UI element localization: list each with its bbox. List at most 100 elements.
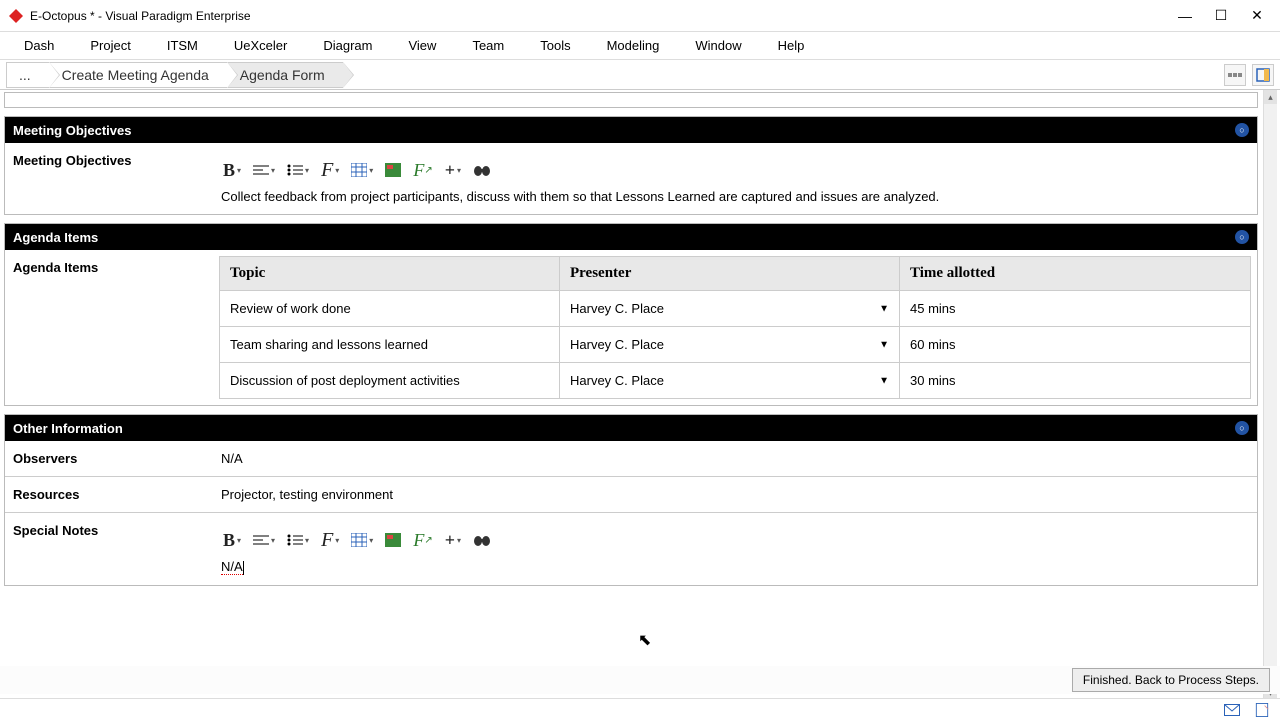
menu-modeling[interactable]: Modeling bbox=[589, 34, 678, 57]
menu-uexceler[interactable]: UeXceler bbox=[216, 34, 305, 57]
objectives-content: B▾ ▾ ▾ F▾ ▾ F↗ +▾ Collect feedback from … bbox=[213, 143, 1257, 214]
dropdown-caret-icon[interactable]: ▼ bbox=[879, 375, 889, 386]
cell-topic[interactable]: Review of work done bbox=[220, 291, 560, 327]
clear-format-icon[interactable]: F↗ bbox=[411, 529, 434, 551]
cell-presenter[interactable]: Harvey C. Place ▼ bbox=[560, 327, 900, 363]
section-header-objectives[interactable]: Meeting Objectives ○ bbox=[5, 117, 1257, 143]
font-icon[interactable]: F▾ bbox=[319, 159, 341, 181]
cell-presenter[interactable]: Harvey C. Place ▼ bbox=[560, 363, 900, 399]
cell-time[interactable]: 30 mins bbox=[900, 363, 1251, 399]
scrollbar[interactable]: ▴ ▾ bbox=[1263, 90, 1277, 700]
layout-tool-icon[interactable] bbox=[1224, 64, 1246, 86]
window-title: E-Octopus * - Visual Paradigm Enterprise bbox=[30, 9, 1176, 23]
table-icon[interactable]: ▾ bbox=[349, 529, 375, 551]
align-icon[interactable]: ▾ bbox=[251, 159, 277, 181]
breadcrumb-ellipsis[interactable]: ... bbox=[6, 62, 49, 88]
insert-icon[interactable]: +▾ bbox=[443, 159, 463, 181]
mail-icon[interactable] bbox=[1224, 703, 1240, 717]
blank-input-strip[interactable] bbox=[4, 92, 1258, 108]
align-icon[interactable]: ▾ bbox=[251, 529, 277, 551]
section-toggle-icon[interactable]: ○ bbox=[1235, 230, 1249, 244]
scroll-up-icon[interactable]: ▴ bbox=[1264, 90, 1277, 104]
agenda-table: Topic Presenter Time allotted Review of … bbox=[219, 256, 1251, 399]
notes-text: N/A bbox=[221, 559, 243, 575]
notes-label: Special Notes bbox=[5, 513, 213, 585]
cell-time[interactable]: 60 mins bbox=[900, 327, 1251, 363]
objectives-text[interactable]: Collect feedback from project participan… bbox=[221, 189, 1249, 204]
insert-icon[interactable]: +▾ bbox=[443, 529, 463, 551]
presenter-name: Harvey C. Place bbox=[570, 301, 664, 316]
section-title: Meeting Objectives bbox=[13, 123, 131, 138]
breadcrumb-item-1[interactable]: Create Meeting Agenda bbox=[49, 62, 227, 88]
breadcrumb-item-2[interactable]: Agenda Form bbox=[227, 62, 343, 88]
menu-view[interactable]: View bbox=[390, 34, 454, 57]
app-icon bbox=[8, 8, 24, 24]
menu-diagram[interactable]: Diagram bbox=[305, 34, 390, 57]
table-icon[interactable]: ▾ bbox=[349, 159, 375, 181]
breadcrumb-tools bbox=[1224, 64, 1274, 86]
rich-text-toolbar: B▾ ▾ ▾ F▾ ▾ F↗ +▾ bbox=[221, 523, 1249, 559]
resources-value[interactable]: Projector, testing environment bbox=[213, 477, 1257, 512]
window-controls: — ☐ ✕ bbox=[1176, 7, 1272, 25]
text-cursor bbox=[243, 561, 244, 575]
main-content: ▴ ▾ Meeting Objectives ○ Meeting Objecti… bbox=[0, 90, 1280, 700]
col-time: Time allotted bbox=[900, 257, 1251, 291]
note-icon[interactable] bbox=[1254, 703, 1270, 717]
agenda-label: Agenda Items bbox=[5, 250, 213, 405]
dropdown-caret-icon[interactable]: ▼ bbox=[879, 303, 889, 314]
list-icon[interactable]: ▾ bbox=[285, 159, 311, 181]
maximize-button[interactable]: ☐ bbox=[1212, 7, 1230, 25]
section-toggle-icon[interactable]: ○ bbox=[1235, 421, 1249, 435]
status-bar bbox=[0, 698, 1280, 720]
presenter-name: Harvey C. Place bbox=[570, 373, 664, 388]
menu-team[interactable]: Team bbox=[454, 34, 522, 57]
rich-text-toolbar: B▾ ▾ ▾ F▾ ▾ F↗ +▾ bbox=[221, 153, 1249, 189]
font-icon[interactable]: F▾ bbox=[319, 529, 341, 551]
cell-topic[interactable]: Discussion of post deployment activities bbox=[220, 363, 560, 399]
cell-topic[interactable]: Team sharing and lessons learned bbox=[220, 327, 560, 363]
section-title: Other Information bbox=[13, 421, 123, 436]
presenter-name: Harvey C. Place bbox=[570, 337, 664, 352]
close-button[interactable]: ✕ bbox=[1248, 7, 1266, 25]
col-presenter: Presenter bbox=[560, 257, 900, 291]
finish-button[interactable]: Finished. Back to Process Steps. bbox=[1072, 668, 1270, 692]
observers-value[interactable]: N/A bbox=[213, 441, 1257, 476]
cell-time[interactable]: 45 mins bbox=[900, 291, 1251, 327]
table-row[interactable]: Discussion of post deployment activities… bbox=[220, 363, 1251, 399]
titlebar: E-Octopus * - Visual Paradigm Enterprise… bbox=[0, 0, 1280, 32]
section-header-agenda[interactable]: Agenda Items ○ bbox=[5, 224, 1257, 250]
table-row[interactable]: Review of work done Harvey C. Place ▼ 45 … bbox=[220, 291, 1251, 327]
image-icon[interactable] bbox=[383, 159, 403, 181]
table-header-row: Topic Presenter Time allotted bbox=[220, 257, 1251, 291]
notes-value[interactable]: N/A bbox=[221, 559, 1249, 575]
table-row[interactable]: Team sharing and lessons learned Harvey … bbox=[220, 327, 1251, 363]
find-icon[interactable] bbox=[471, 159, 493, 181]
resources-label: Resources bbox=[5, 477, 213, 512]
menubar: Dash Project ITSM UeXceler Diagram View … bbox=[0, 32, 1280, 60]
bold-icon[interactable]: B▾ bbox=[221, 529, 243, 551]
section-toggle-icon[interactable]: ○ bbox=[1235, 123, 1249, 137]
menu-window[interactable]: Window bbox=[677, 34, 759, 57]
minimize-button[interactable]: — bbox=[1176, 7, 1194, 25]
section-agenda-items: Agenda Items ○ Agenda Items Topic Presen… bbox=[4, 223, 1258, 406]
find-icon[interactable] bbox=[471, 529, 493, 551]
list-icon[interactable]: ▾ bbox=[285, 529, 311, 551]
section-meeting-objectives: Meeting Objectives ○ Meeting Objectives … bbox=[4, 116, 1258, 215]
menu-itsm[interactable]: ITSM bbox=[149, 34, 216, 57]
menu-tools[interactable]: Tools bbox=[522, 34, 588, 57]
menu-help[interactable]: Help bbox=[760, 34, 823, 57]
panel-tool-icon[interactable] bbox=[1252, 64, 1274, 86]
notes-content: B▾ ▾ ▾ F▾ ▾ F↗ +▾ N/A bbox=[213, 513, 1257, 585]
breadcrumb: ... Create Meeting Agenda Agenda Form bbox=[6, 62, 1224, 88]
section-header-other[interactable]: Other Information ○ bbox=[5, 415, 1257, 441]
dropdown-caret-icon[interactable]: ▼ bbox=[879, 339, 889, 350]
menu-project[interactable]: Project bbox=[72, 34, 148, 57]
menu-dash[interactable]: Dash bbox=[6, 34, 72, 57]
section-title: Agenda Items bbox=[13, 230, 98, 245]
section-other-info: Other Information ○ Observers N/A Resour… bbox=[4, 414, 1258, 586]
cell-presenter[interactable]: Harvey C. Place ▼ bbox=[560, 291, 900, 327]
bold-icon[interactable]: B▾ bbox=[221, 159, 243, 181]
agenda-table-wrap: Topic Presenter Time allotted Review of … bbox=[213, 250, 1257, 405]
clear-format-icon[interactable]: F↗ bbox=[411, 159, 434, 181]
image-icon[interactable] bbox=[383, 529, 403, 551]
